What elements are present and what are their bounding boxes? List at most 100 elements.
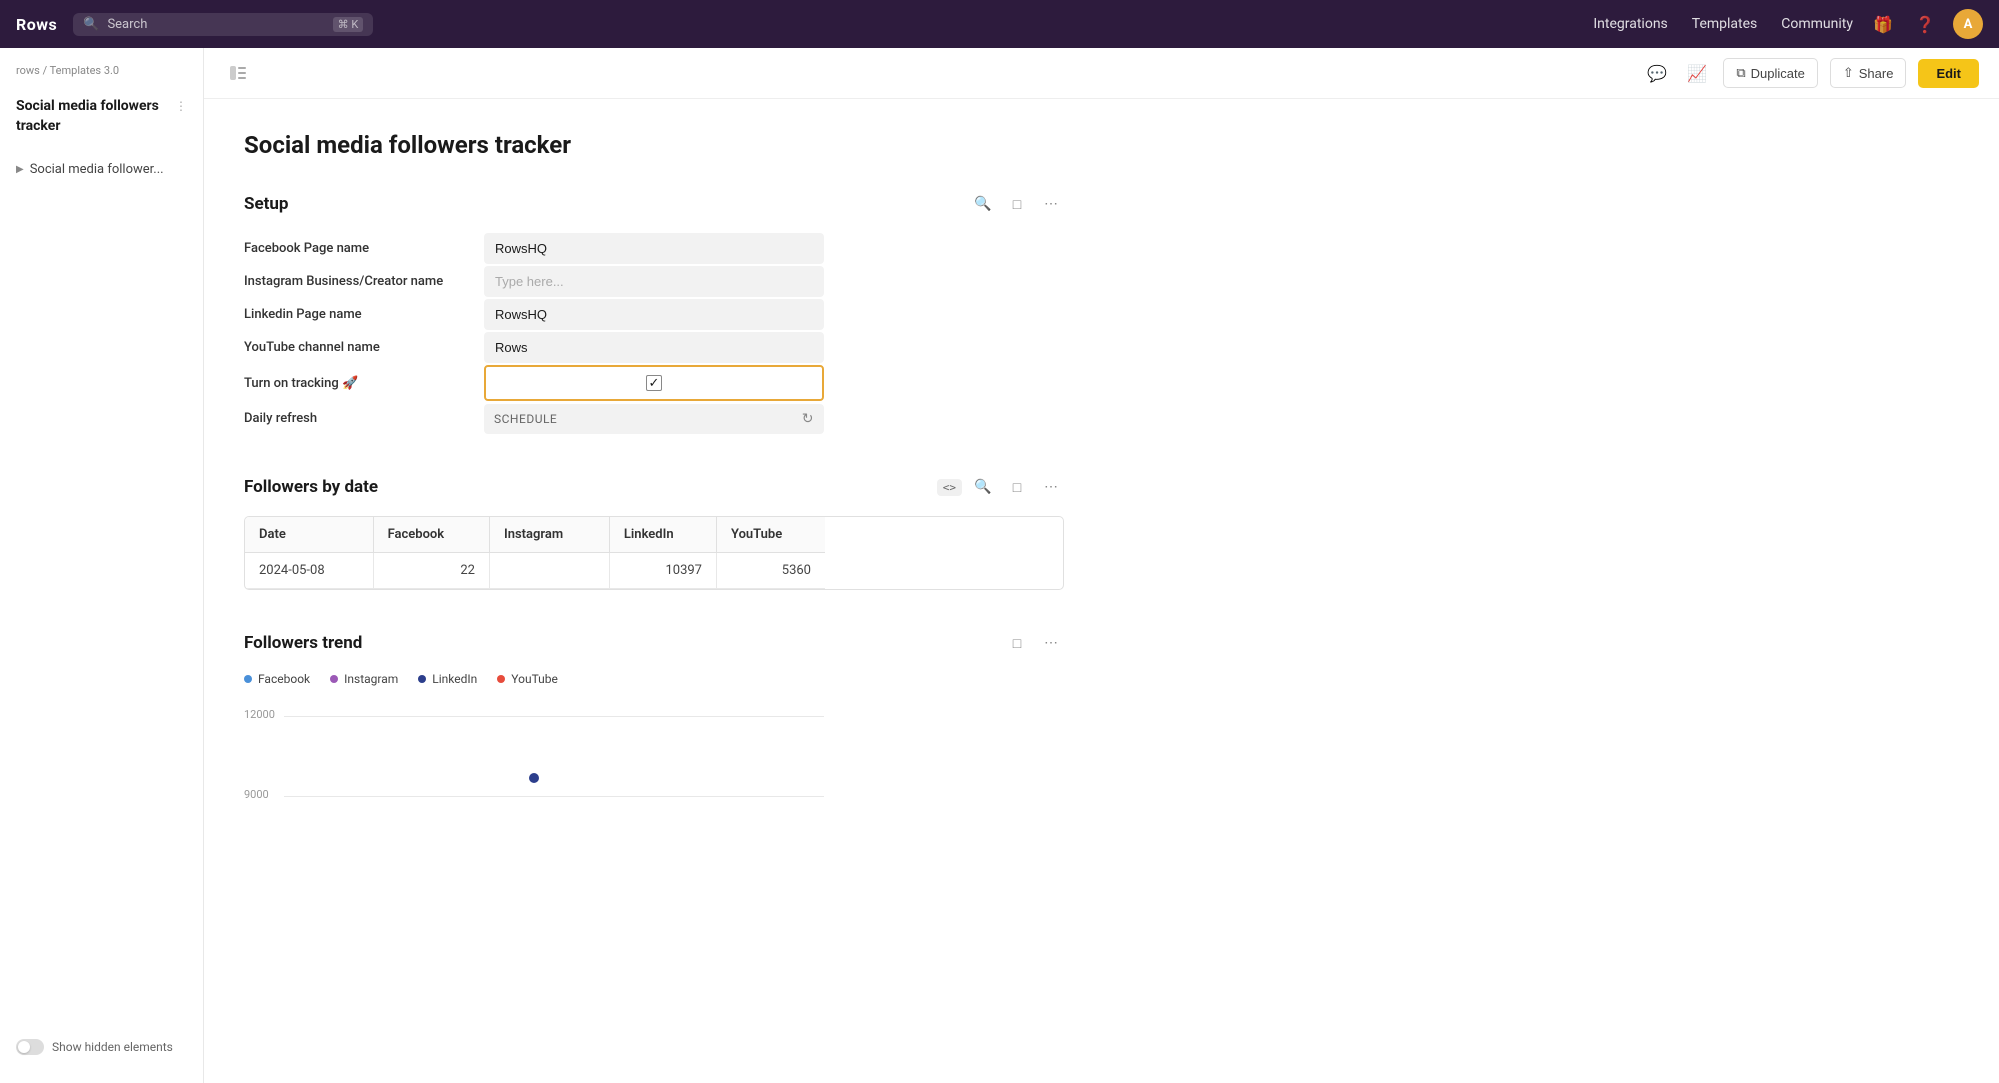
instagram-legend-label: Instagram: [344, 672, 398, 686]
setup-comment-icon[interactable]: □: [1004, 191, 1030, 217]
col-date: Date: [245, 517, 373, 553]
legend-youtube: YouTube: [497, 672, 558, 686]
col-instagram: Instagram: [489, 517, 609, 553]
code-icon: <>: [943, 481, 956, 494]
youtube-legend-dot: [497, 675, 505, 683]
linkedin-legend-dot: [418, 675, 426, 683]
col-linkedin: LinkedIn: [609, 517, 716, 553]
instagram-name-input[interactable]: [484, 266, 824, 297]
col-youtube: YouTube: [716, 517, 825, 553]
trend-section-title: Followers trend: [244, 633, 1004, 653]
show-hidden-toggle[interactable]: [16, 1039, 44, 1055]
table-row: 2024-05-08 22 10397 5360: [245, 553, 825, 589]
trend-more-icon[interactable]: ⋯: [1038, 630, 1064, 656]
chart-data-point: [529, 773, 539, 783]
chart-area: 12000 9000: [244, 698, 824, 858]
comment-icon[interactable]: 💬: [1643, 59, 1671, 87]
cell-date: 2024-05-08: [245, 553, 373, 589]
schedule-value: SCHEDULE: [494, 412, 557, 426]
cell-facebook: 22: [373, 553, 489, 589]
share-icon: ⇧: [1843, 65, 1854, 81]
top-navigation: Rows 🔍 Search ⌘ K Integrations Templates…: [0, 0, 1999, 48]
form-row-schedule: Daily refresh SCHEDULE ↻: [244, 403, 824, 434]
gift-icon[interactable]: 🎁: [1869, 10, 1897, 38]
followers-search-icon[interactable]: 🔍: [970, 474, 996, 500]
cell-youtube: 5360: [716, 553, 825, 589]
breadcrumb-section: Templates 3.0: [50, 64, 119, 77]
duplicate-button[interactable]: ⧉ Duplicate: [1723, 58, 1818, 88]
edit-button[interactable]: Edit: [1918, 59, 1979, 88]
followers-comment-icon[interactable]: □: [1004, 474, 1030, 500]
instagram-legend-dot: [330, 675, 338, 683]
trend-comment-icon[interactable]: □: [1004, 630, 1030, 656]
trend-section-actions: □ ⋯: [1004, 630, 1064, 656]
youtube-legend-label: YouTube: [511, 672, 558, 686]
tracking-checkbox[interactable]: ✓: [646, 375, 662, 391]
main-toolbar: 💬 📈 ⧉ Duplicate ⇧ Share Edit: [204, 48, 1999, 99]
setup-section: Setup 🔍 □ ⋯ Facebook Page name Instagram…: [244, 191, 1064, 434]
legend-facebook: Facebook: [244, 672, 310, 686]
nav-community[interactable]: Community: [1781, 16, 1853, 32]
nav-icons: 🎁 ❓ A: [1869, 9, 1983, 39]
refresh-icon[interactable]: ↻: [802, 411, 814, 427]
followers-table-wrap: Date Facebook Instagram LinkedIn YouTube…: [244, 516, 1064, 590]
legend-instagram: Instagram: [330, 672, 398, 686]
youtube-name-label: YouTube channel name: [244, 332, 484, 363]
linkedin-legend-label: LinkedIn: [432, 672, 477, 686]
trend-section-header: Followers trend □ ⋯: [244, 630, 1064, 656]
sidebar-items: ▶ Social media follower...: [0, 152, 203, 187]
setup-search-icon[interactable]: 🔍: [970, 191, 996, 217]
chevron-icon[interactable]: ⋮: [175, 99, 187, 113]
help-icon[interactable]: ❓: [1911, 10, 1939, 38]
show-hidden-label: Show hidden elements: [52, 1040, 173, 1054]
tracking-checkbox-cell[interactable]: ✓: [484, 365, 824, 401]
daily-refresh-label: Daily refresh: [244, 403, 484, 434]
breadcrumb-home[interactable]: rows: [16, 64, 40, 77]
form-row-youtube: YouTube channel name: [244, 332, 824, 363]
daily-refresh-cell: SCHEDULE ↻: [484, 404, 824, 434]
sidebar-toggle-icon[interactable]: [224, 59, 252, 87]
sidebar-item-label: Social media follower...: [30, 162, 164, 177]
cell-linkedin: 10397: [609, 553, 716, 589]
linkedin-name-label: Linkedin Page name: [244, 299, 484, 330]
facebook-page-name-input[interactable]: [484, 233, 824, 264]
sidebar-doc-title: Social media followers tracker: [16, 97, 175, 136]
breadcrumb: rows / Templates 3.0: [0, 64, 203, 89]
sidebar-title-wrap: Social media followers tracker ⋮: [0, 89, 203, 152]
linkedin-name-input[interactable]: [484, 299, 824, 330]
duplicate-icon: ⧉: [1736, 65, 1745, 81]
search-icon: 🔍: [83, 17, 99, 32]
followers-section-header: Followers by date <> 🔍 □ ⋯: [244, 474, 1064, 500]
share-button[interactable]: ⇧ Share: [1830, 58, 1907, 88]
nav-templates[interactable]: Templates: [1692, 16, 1758, 32]
avatar[interactable]: A: [1953, 9, 1983, 39]
app-logo[interactable]: Rows: [16, 15, 57, 34]
code-badge[interactable]: <>: [937, 479, 962, 496]
col-facebook: Facebook: [373, 517, 489, 553]
setup-section-title: Setup: [244, 194, 970, 214]
followers-section-actions: 🔍 □ ⋯: [970, 474, 1064, 500]
form-row-tracking: Turn on tracking 🚀 ✓: [244, 365, 824, 401]
setup-more-icon[interactable]: ⋯: [1038, 191, 1064, 217]
nav-links: Integrations Templates Community: [1593, 16, 1853, 32]
search-bar[interactable]: 🔍 Search ⌘ K: [73, 13, 373, 36]
table-header-row: Date Facebook Instagram LinkedIn YouTube: [245, 517, 825, 553]
setup-form: Facebook Page name Instagram Business/Cr…: [244, 233, 824, 434]
setup-section-header: Setup 🔍 □ ⋯: [244, 191, 1064, 217]
youtube-name-input[interactable]: [484, 332, 824, 363]
tracking-label: Turn on tracking 🚀: [244, 368, 484, 399]
facebook-legend-dot: [244, 675, 252, 683]
nav-integrations[interactable]: Integrations: [1593, 16, 1667, 32]
form-row-facebook: Facebook Page name: [244, 233, 824, 264]
followers-more-icon[interactable]: ⋯: [1038, 474, 1064, 500]
cell-instagram: [489, 553, 609, 589]
form-row-instagram: Instagram Business/Creator name: [244, 266, 824, 297]
chart-icon[interactable]: 📈: [1683, 59, 1711, 87]
main-content: 💬 📈 ⧉ Duplicate ⇧ Share Edit Social medi…: [204, 48, 1999, 1083]
instagram-name-label: Instagram Business/Creator name: [244, 266, 484, 297]
form-row-linkedin: Linkedin Page name: [244, 299, 824, 330]
followers-trend-section: Followers trend □ ⋯ Facebook Instagram: [244, 630, 1064, 858]
facebook-legend-label: Facebook: [258, 672, 310, 686]
sidebar-item-social-media[interactable]: ▶ Social media follower...: [8, 156, 195, 183]
search-shortcut: ⌘ K: [333, 17, 364, 32]
